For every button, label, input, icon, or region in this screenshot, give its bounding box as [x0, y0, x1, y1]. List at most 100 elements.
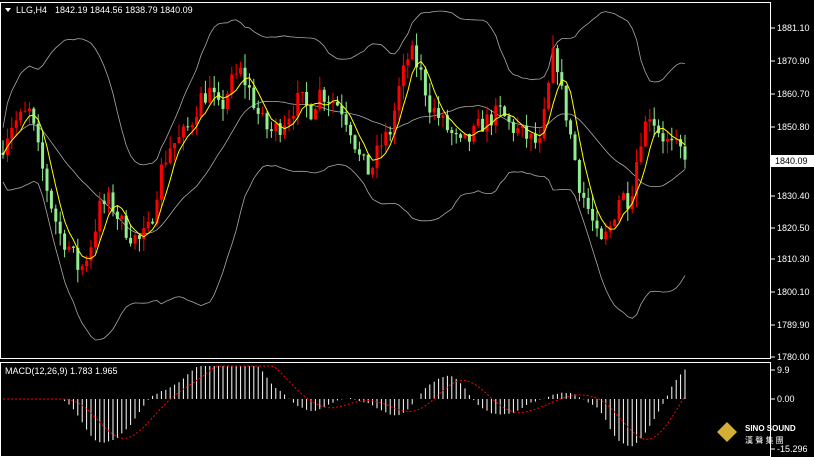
- candle-body: [366, 154, 370, 175]
- macd-layer: [3, 365, 686, 447]
- candle-body: [507, 116, 511, 122]
- price-tick-label: 1800.10: [777, 287, 810, 297]
- candle-body: [362, 154, 366, 156]
- candle-body: [335, 101, 339, 106]
- price-tick-label: 1850.80: [777, 122, 810, 132]
- candle-body: [454, 132, 458, 135]
- candle-body: [283, 125, 287, 135]
- price-tick-label: 1860.70: [777, 89, 810, 99]
- candle-body: [450, 130, 454, 133]
- candle-body: [208, 87, 212, 103]
- candle-body: [67, 246, 71, 250]
- candle-body: [595, 220, 599, 229]
- candle-body: [555, 48, 559, 73]
- candle-body: [19, 111, 23, 121]
- macd-label: MACD(12,26,9) 1.783 1.965: [5, 366, 118, 376]
- candle-body: [349, 124, 353, 136]
- candle-body: [274, 123, 278, 131]
- candle-body: [186, 126, 190, 128]
- symbol-label: LLG,H4: [16, 5, 47, 15]
- logo-brand: SINO SOUND: [745, 424, 796, 433]
- bb-middle: [2, 100, 686, 235]
- candle-body: [265, 113, 269, 130]
- candle-body: [494, 105, 498, 126]
- candle-body: [199, 93, 203, 117]
- candle-body: [384, 131, 388, 146]
- candle-body: [313, 108, 317, 120]
- candle-body: [252, 87, 256, 108]
- candle-body: [476, 118, 480, 126]
- price-chart[interactable]: 1881.10 1870.90 1860.70 1850.80 1830.40 1820.…: [0, 0, 814, 457]
- candle-body: [582, 192, 586, 198]
- candle-body: [498, 105, 502, 107]
- candle-body: [401, 65, 405, 87]
- dropdown-triangle-icon[interactable]: [5, 8, 11, 12]
- ma-line: [2, 60, 686, 259]
- candle-body: [379, 145, 383, 147]
- candle-body: [63, 233, 67, 250]
- candle-body: [525, 125, 529, 139]
- candle-body: [102, 200, 106, 205]
- candle-body: [437, 108, 441, 118]
- candle-body: [230, 74, 234, 94]
- candle-body: [36, 123, 40, 143]
- candle-body: [485, 114, 489, 132]
- candle-body: [256, 107, 260, 114]
- candle-body: [560, 72, 564, 86]
- candle-body: [54, 208, 58, 222]
- candle-body: [212, 87, 216, 93]
- candle-body: [533, 133, 537, 143]
- price-tick-label: 1830.40: [777, 191, 810, 201]
- candle-body: [397, 86, 401, 111]
- candle-body: [291, 115, 295, 119]
- candles-layer: [1, 33, 687, 283]
- candle-body: [287, 118, 291, 126]
- price-tick-label: 1780.00: [777, 352, 810, 362]
- candle-body: [388, 131, 392, 135]
- candle-body: [41, 142, 45, 169]
- macd-tick-label: 0.00: [777, 394, 795, 404]
- candle-body: [14, 120, 18, 128]
- candle-body: [80, 266, 84, 270]
- candle-body: [151, 221, 155, 224]
- macd-tick-label: 9.9: [777, 365, 790, 375]
- candle-body: [120, 215, 124, 219]
- candle-body: [441, 115, 445, 118]
- candle-body: [305, 91, 309, 106]
- candle-body: [617, 199, 621, 220]
- candle-body: [173, 143, 177, 149]
- candle-body: [129, 237, 133, 244]
- price-tick-label: 1870.90: [777, 56, 810, 66]
- candle-body: [538, 138, 542, 143]
- candle-body: [432, 108, 436, 113]
- candle-body: [322, 89, 326, 102]
- candle-body: [406, 59, 410, 66]
- candle-body: [247, 85, 251, 88]
- candle-body: [327, 101, 331, 103]
- candle-body: [98, 200, 102, 232]
- candle-body: [652, 119, 656, 126]
- candle-body: [670, 138, 674, 141]
- price-tick-label: 1881.10: [777, 23, 810, 33]
- candle-body: [661, 133, 665, 142]
- candle-body: [300, 91, 304, 93]
- candle-body: [564, 85, 568, 121]
- candle-body: [10, 127, 14, 139]
- candle-body: [626, 193, 630, 210]
- price-tick-label: 1810.30: [777, 254, 810, 264]
- candle-body: [269, 129, 273, 131]
- moving-average: [2, 60, 686, 259]
- candle-body: [137, 235, 141, 239]
- candle-body: [190, 125, 194, 128]
- candle-body: [599, 228, 603, 240]
- price-tick-label: 1820.50: [777, 223, 810, 233]
- candle-body: [318, 89, 322, 109]
- candle-body: [586, 197, 590, 209]
- candle-body: [181, 126, 185, 138]
- candle-body: [239, 67, 243, 74]
- candle-body: [344, 114, 348, 125]
- candle-body: [410, 45, 414, 60]
- candle-body: [107, 192, 111, 205]
- bollinger-bands: [2, 10, 686, 341]
- candle-body: [177, 137, 181, 144]
